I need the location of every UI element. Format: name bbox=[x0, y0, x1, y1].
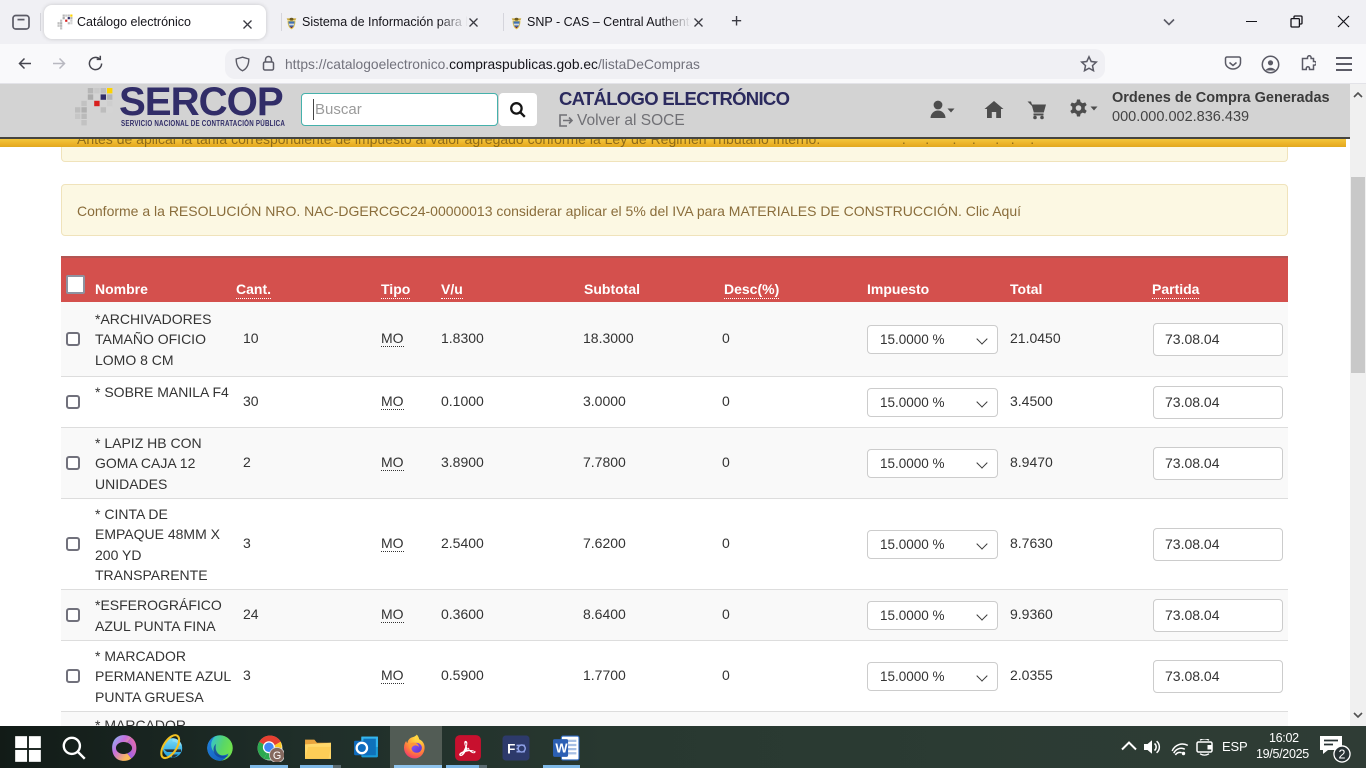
svg-text:W: W bbox=[555, 740, 568, 755]
svg-text:G: G bbox=[273, 750, 281, 762]
svg-text:2: 2 bbox=[1339, 748, 1346, 762]
svg-text:F: F bbox=[507, 742, 515, 757]
